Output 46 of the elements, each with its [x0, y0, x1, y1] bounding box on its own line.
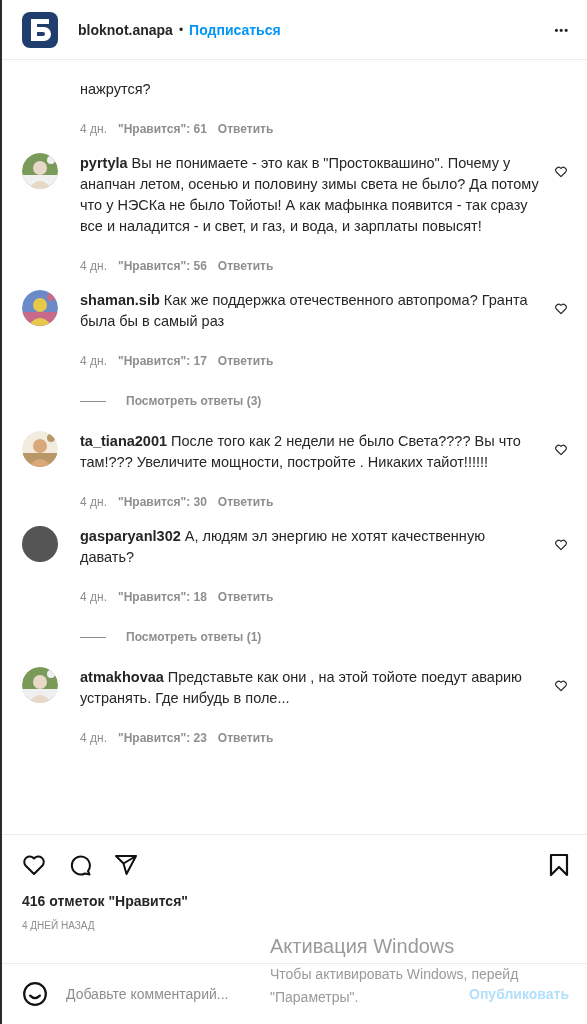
likes-count[interactable]: "Нравится": 17 [118, 351, 207, 372]
account-name[interactable]: bloknot.anapa [78, 21, 173, 38]
post-date: 4 ДНЕЙ НАЗАД [22, 919, 96, 933]
likes-count[interactable]: "Нравится": 30 [118, 492, 207, 513]
heart-icon[interactable] [554, 165, 568, 179]
heart-icon[interactable] [554, 443, 568, 457]
comment-text: ta_tiana2001 После того как 2 недели не было Света???? Вы что там!??? Увеличите мощности, постройте . Никаких тайот!!!!!! [80, 432, 522, 472]
reply-link[interactable]: Ответить [217, 728, 274, 749]
comment-age: 4 дн. [80, 589, 107, 606]
likes-count[interactable]: "Нравится": 18 [118, 587, 207, 608]
reply-link[interactable]: Ответить [217, 587, 274, 608]
activation-text: Чтобы активировать Windows, перейд [270, 965, 519, 984]
comment-text: shaman.sib Как же поддержка отечественного автопрома? Гранта была бы в самый раз [80, 291, 529, 331]
send-icon[interactable] [114, 853, 138, 877]
reply-link[interactable]: Ответить [217, 351, 274, 372]
follow-link[interactable]: Подписаться [189, 21, 281, 38]
comment-age: 4 дн. [80, 353, 107, 370]
comment-text: atmakhovaa Представьте как они , на этой тойоте поедут аварию устранять. Где нибудь в поле... [80, 668, 523, 708]
view-replies-link[interactable]: Посмотреть ответы (3) [126, 391, 262, 412]
heart-icon[interactable] [22, 853, 46, 877]
heart-icon[interactable] [554, 679, 568, 693]
view-replies-link[interactable]: Посмотреть ответы (1) [126, 627, 262, 648]
heart-icon[interactable] [554, 302, 568, 316]
post-likes-count[interactable]: 416 отметок "Нравится" [22, 891, 571, 911]
bookmark-icon[interactable] [547, 853, 571, 877]
comment-text: pyrtyla Вы не понимаете - это как в "Простоквашино". Почему у анапчан летом, осенью и половину зимы света не было? Да потому что у НЭСКа не было Тойоты! А как мафынка появится - так сразу все и наладится - и свет, и газ, и вода, и зарплаты повысят! [80, 154, 540, 236]
comment-age: 4 дн. [80, 258, 107, 275]
more-options-button[interactable]: ••• [554, 23, 569, 36]
comment-age: 4 дн. [80, 121, 107, 138]
activation-title: Активация Windows [270, 934, 456, 959]
comment-text: нажрутся? [80, 80, 152, 99]
logo-icon[interactable] [22, 11, 58, 48]
avatar[interactable] [22, 526, 58, 562]
comment-age: 4 дн. [80, 730, 107, 747]
likes-count[interactable]: "Нравится": 61 [118, 119, 207, 140]
likes-count[interactable]: "Нравится": 56 [118, 256, 207, 277]
separator-dot: • [178, 22, 184, 37]
likes-count[interactable]: "Нравится": 23 [118, 728, 207, 749]
reply-link[interactable]: Ответить [217, 492, 274, 513]
comment-age: 4 дн. [80, 494, 107, 511]
reply-link[interactable]: Ответить [217, 119, 274, 140]
heart-icon[interactable] [554, 538, 568, 552]
comment-icon[interactable] [68, 853, 92, 877]
comment-text: gasparyanl302 А, людям эл энергию не хотят качественную давать? [80, 527, 486, 567]
emoji-icon[interactable] [22, 981, 48, 1007]
reply-link[interactable]: Ответить [217, 256, 274, 277]
